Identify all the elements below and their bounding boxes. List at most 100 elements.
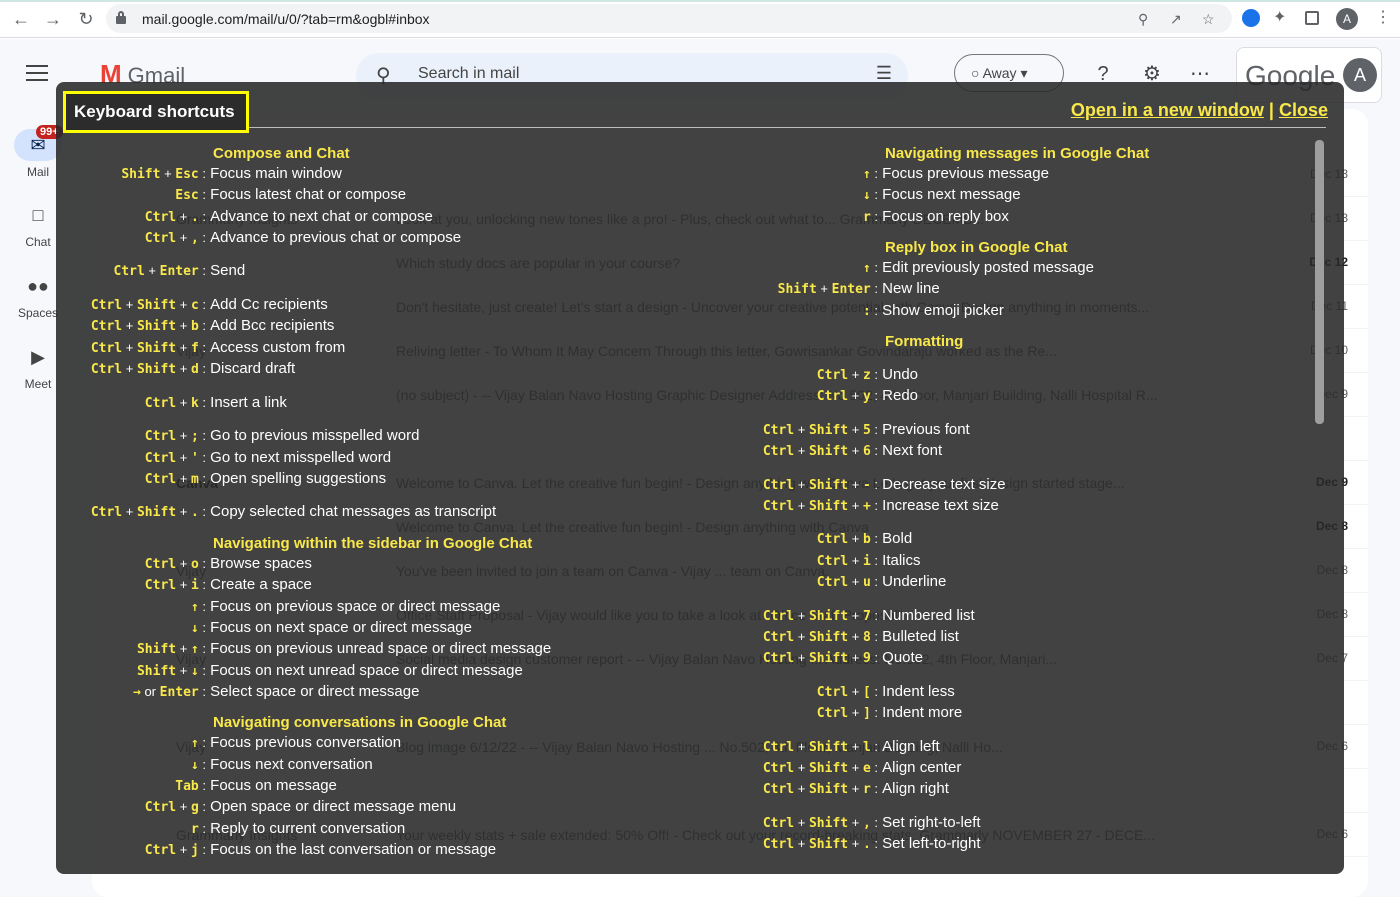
shortcut-keys: Ctrl + z :	[816, 367, 878, 383]
share-icon[interactable]: ↗	[1170, 11, 1182, 27]
shortcut-section-heading: Navigating messages in Google Chat	[885, 145, 1150, 162]
shortcut-keys: Ctrl + Shift + 6 :	[762, 443, 878, 459]
shortcut-description: Show emoji picker	[878, 302, 1004, 319]
shortcut-keys: Ctrl + Shift + 5 :	[762, 422, 878, 438]
shortcut-keys: Ctrl + [ :	[816, 684, 878, 700]
shortcut-keys: Ctrl + Shift + - :	[762, 477, 878, 493]
shortcut-keys: Ctrl + Shift + 8 :	[762, 629, 878, 645]
shortcut-row: Ctrl + Shift + 9 : Quote	[0, 649, 1400, 669]
shortcut-description: Numbered list	[878, 607, 975, 624]
shortcut-description: Bold	[878, 530, 913, 547]
shortcut-description: Align right	[878, 780, 949, 797]
address-bar[interactable]: mail.google.com/mail/u/0/?tab=rm&ogbl#in…	[106, 4, 1232, 33]
search-options-icon[interactable]: ☰	[876, 63, 892, 84]
shortcut-description: Undo	[878, 366, 919, 383]
reload-icon[interactable]: ↻	[75, 8, 97, 30]
shortcut-description: Align left	[878, 738, 940, 755]
shortcut-row: Ctrl + Shift + . : Set left-to-right	[0, 835, 1400, 855]
shortcut-row: Ctrl + Shift + - : Decrease text size	[0, 476, 1400, 496]
shortcut-description: Previous font	[878, 421, 970, 438]
shortcut-row: Ctrl + Shift + e : Align center	[0, 759, 1400, 779]
lock-icon	[116, 11, 126, 24]
shortcut-keys: Ctrl + Shift + e :	[762, 760, 878, 776]
shortcut-keys: Ctrl + Shift + + :	[762, 498, 878, 514]
shortcut-keys: Ctrl + y :	[816, 388, 878, 404]
shortcut-keys: Shift + Enter :	[777, 281, 878, 297]
shortcut-description: Open space or direct message menu	[206, 798, 457, 815]
shortcut-keys: Ctrl + Shift + f :	[90, 340, 206, 356]
shortcut-description: Focus previous message	[878, 165, 1049, 182]
shortcut-keys: Ctrl + Shift + , :	[762, 815, 878, 831]
shortcut-keys: ↑ :	[862, 166, 878, 182]
shortcut-section-heading: Reply box in Google Chat	[885, 239, 1068, 256]
shortcut-keys: Ctrl + Shift + 9 :	[762, 650, 878, 666]
shortcut-row: : : Show emoji picker	[0, 302, 1400, 322]
shortcut-keys: Ctrl + u :	[816, 574, 878, 590]
shortcut-description: Bulleted list	[878, 628, 959, 645]
shortcut-description: Focus on reply box	[878, 208, 1009, 225]
shortcut-keys: Ctrl + Shift + 7 :	[762, 608, 878, 624]
shortcut-description: Advance to previous chat or compose	[206, 229, 462, 246]
shortcut-description: Italics	[878, 552, 921, 569]
title-divider	[249, 127, 1326, 128]
shortcut-row: Ctrl + Shift + f : Access custom from	[0, 339, 1400, 359]
browser-menu-icon[interactable]: ⋮	[1375, 9, 1391, 27]
zoom-icon[interactable]: ⚲	[1138, 11, 1148, 27]
shortcut-row: ↓ : Focus next message	[0, 186, 1400, 206]
shortcut-description: Redo	[878, 387, 919, 404]
shortcut-description: Set right-to-left	[878, 814, 981, 831]
shortcut-description: Align center	[878, 759, 962, 776]
shortcut-description: Set left-to-right	[878, 835, 981, 852]
shortcut-keys: Ctrl + g :	[144, 799, 206, 815]
shortcut-row: Ctrl + i : Italics	[0, 552, 1400, 572]
shortcut-keys: Ctrl + b :	[816, 531, 878, 547]
shortcut-row: Ctrl + Shift + , : Set right-to-left	[0, 814, 1400, 834]
shortcut-row: Ctrl + b : Bold	[0, 530, 1400, 550]
open-new-window-link[interactable]: Open in a new window	[1071, 100, 1264, 120]
shortcut-description: Increase text size	[878, 497, 999, 514]
shortcut-row: Ctrl + Shift + l : Align left	[0, 738, 1400, 758]
shortcut-description: Quote	[878, 649, 924, 666]
shortcut-description: New line	[878, 280, 940, 297]
shortcut-section-heading: Compose and Chat	[213, 145, 350, 162]
shortcut-row: Ctrl + Shift + 5 : Previous font	[0, 421, 1400, 441]
link-separator: |	[1268, 100, 1274, 120]
url-text[interactable]: mail.google.com/mail/u/0/?tab=rm&ogbl#in…	[142, 11, 430, 27]
shortcut-row: Ctrl + Shift + 7 : Numbered list	[0, 607, 1400, 627]
shortcut-row: r : Focus on reply box	[0, 208, 1400, 228]
shortcut-row: Ctrl + Shift + 8 : Bulleted list	[0, 628, 1400, 648]
side-panel-icon[interactable]	[1305, 11, 1319, 25]
close-link[interactable]: Close	[1279, 100, 1328, 120]
forward-arrow-icon[interactable]: →	[42, 8, 64, 30]
back-arrow-icon[interactable]: ←	[10, 8, 32, 30]
shortcut-description: Edit previously posted message	[878, 259, 1094, 276]
shortcut-keys: Ctrl + i :	[816, 553, 878, 569]
shortcut-keys: ↑ :	[862, 260, 878, 276]
shortcut-keys: Ctrl + Shift + . :	[762, 836, 878, 852]
shortcut-row: Ctrl + y : Redo	[0, 387, 1400, 407]
shortcut-row: Ctrl + Shift + r : Align right	[0, 780, 1400, 800]
extension-icon[interactable]	[1242, 9, 1260, 27]
shortcut-keys: Ctrl + Shift + r :	[762, 781, 878, 797]
shortcut-keys: r :	[862, 209, 878, 225]
shortcut-keys: Ctrl + , :	[144, 230, 206, 246]
search-placeholder[interactable]: Search in mail	[418, 65, 519, 83]
shortcut-description: Focus next message	[878, 186, 1021, 203]
shortcut-description: Next font	[878, 442, 943, 459]
shortcut-description: Underline	[878, 573, 947, 590]
shortcut-row: ↑ : Edit previously posted message	[0, 259, 1400, 279]
puzzle-icon[interactable]: ✦	[1273, 9, 1291, 27]
shortcut-description: Indent more	[878, 704, 963, 721]
account-avatar[interactable]: A	[1343, 58, 1377, 92]
shortcut-row: ↑ : Focus previous message	[0, 165, 1400, 185]
shortcut-keys: Ctrl + Shift + l :	[762, 739, 878, 755]
dialog-links: Open in a new window | Close	[1071, 100, 1328, 121]
shortcut-keys: ↓ :	[862, 187, 878, 203]
shortcut-row: Ctrl + ] : Indent more	[0, 704, 1400, 724]
browser-profile-avatar[interactable]: A	[1336, 8, 1358, 30]
shortcut-section-heading: Formatting	[885, 333, 964, 350]
bookmark-star-icon[interactable]: ☆	[1202, 11, 1215, 27]
shortcut-row: Ctrl + , : Advance to previous chat or c…	[0, 229, 1400, 249]
shortcut-row: Ctrl + [ : Indent less	[0, 683, 1400, 703]
shortcut-keys: : :	[862, 303, 878, 319]
